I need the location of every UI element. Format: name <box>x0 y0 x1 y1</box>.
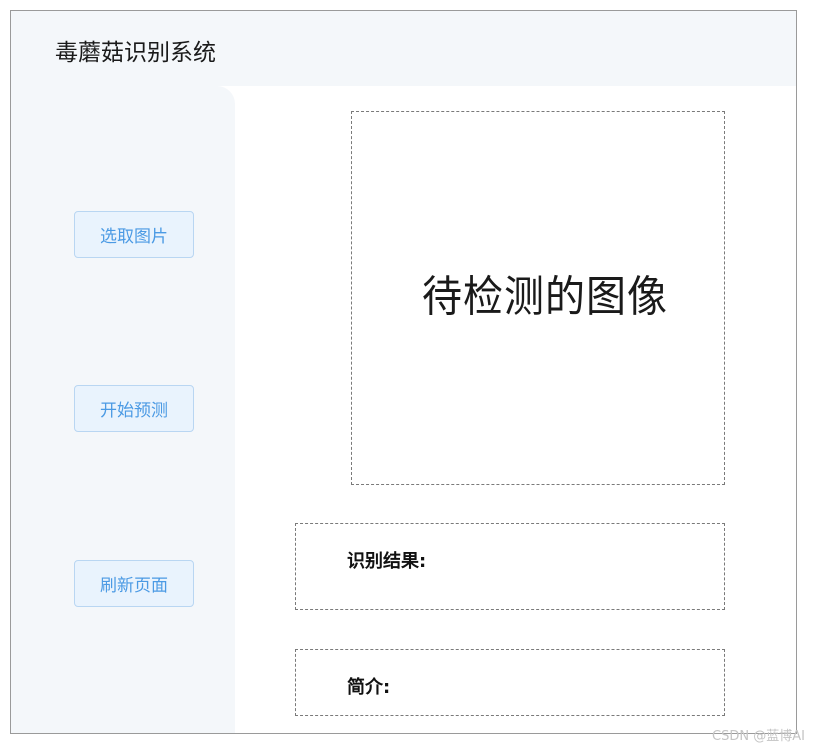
intro-panel: 简介: <box>295 649 725 716</box>
image-placeholder-text: 待检测的图像 <box>422 272 668 323</box>
result-panel: 识别结果: <box>295 523 725 610</box>
result-label: 识别结果: <box>347 551 427 572</box>
refresh-page-button[interactable]: 刷新页面 <box>74 560 194 607</box>
sidebar: 选取图片 开始预测 刷新页面 <box>11 86 235 733</box>
app-title: 毒蘑菇识别系统 <box>55 40 216 66</box>
app-window: 毒蘑菇识别系统 选取图片 开始预测 刷新页面 待检测的图像 识别结果: 简介: <box>10 10 797 734</box>
intro-label: 简介: <box>347 677 391 698</box>
header-bar: 毒蘑菇识别系统 <box>11 11 796 86</box>
image-preview-frame: 待检测的图像 <box>351 111 725 485</box>
start-predict-button[interactable]: 开始预测 <box>74 385 194 432</box>
watermark: CSDN @蓝博AI <box>712 729 805 744</box>
select-image-button[interactable]: 选取图片 <box>74 211 194 258</box>
